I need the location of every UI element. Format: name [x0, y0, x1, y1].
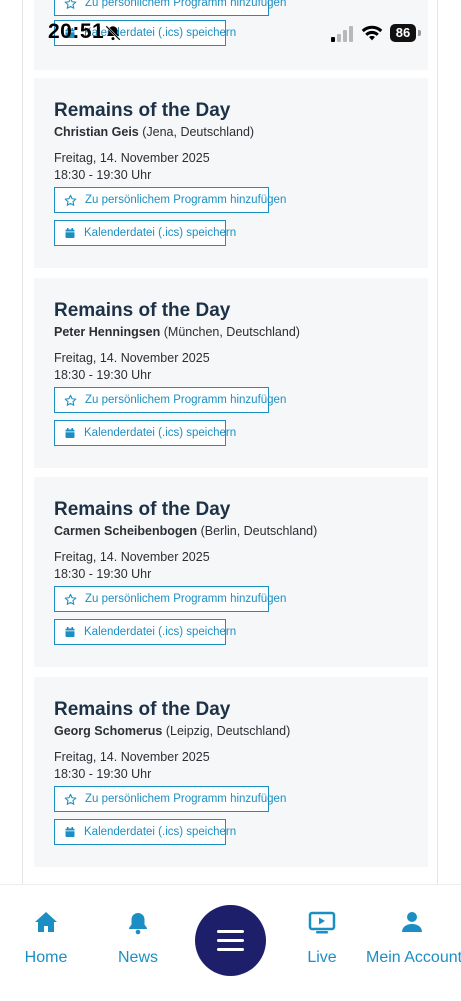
- home-icon: [35, 912, 57, 932]
- speaker-name: Carmen Scheibenbogen: [54, 524, 198, 538]
- nav-account[interactable]: Mein Account: [366, 885, 461, 985]
- star-icon: [64, 194, 77, 206]
- add-to-program-button[interactable]: Zu persönlichem Programm hinzufügen: [54, 387, 286, 413]
- save-ics-label: Kalenderdatei (.ics) speichern: [84, 227, 237, 239]
- session-title: Remains of the Day: [54, 499, 231, 520]
- speaker-name: Christian Geis: [54, 125, 139, 139]
- hamburger-menu-icon: [217, 948, 244, 951]
- hamburger-menu-icon: [217, 939, 244, 942]
- menu-button[interactable]: [195, 905, 266, 976]
- nav-news-label: News: [117, 949, 158, 966]
- speaker-line: Georg Schomerus (Leipzig, Deutschland): [54, 724, 290, 738]
- session-title: Remains of the Day: [54, 699, 231, 720]
- calendar-icon: [65, 228, 75, 238]
- calendar-icon: [65, 428, 75, 438]
- add-to-program-button[interactable]: Zu persönlichem Programm hinzufügen: [54, 187, 286, 213]
- session-date: Freitag, 14. November 2025: [54, 550, 210, 564]
- save-ics-button[interactable]: Kalenderdatei (.ics) speichern: [54, 619, 236, 645]
- session-time: 18:30 - 19:30 Uhr: [54, 168, 152, 182]
- nav-account-label: Mein Account: [366, 949, 461, 966]
- speaker-location: (München, Deutschland): [163, 325, 300, 339]
- star-icon: [64, 593, 77, 605]
- nav-live[interactable]: Live: [276, 885, 368, 985]
- page-border-right: [437, 0, 438, 885]
- star-icon: [64, 394, 77, 406]
- session-card: Remains of the Day Georg Schomerus (Leip…: [34, 677, 428, 867]
- session-date: Freitag, 14. November 2025: [54, 151, 210, 165]
- session-title: Remains of the Day: [54, 300, 231, 321]
- calendar-icon: [65, 827, 75, 837]
- session-date: Freitag, 14. November 2025: [54, 750, 210, 764]
- bottom-navigation: Home News Live Mein Account: [0, 884, 461, 1001]
- nav-home-label: Home: [24, 949, 68, 966]
- add-to-program-button[interactable]: Zu persönlichem Programm hinzufügen: [54, 786, 286, 812]
- save-ics-button[interactable]: Kalenderdatei (.ics) speichern: [54, 420, 236, 446]
- save-ics-button[interactable]: Kalenderdatei (.ics) speichern: [54, 220, 236, 246]
- battery-level: 86: [390, 24, 416, 42]
- battery-indicator: 86: [390, 24, 421, 42]
- session-card: Remains of the Day Carmen Scheibenbogen …: [34, 477, 428, 667]
- wifi-icon: [361, 25, 383, 41]
- save-ics-label: Kalenderdatei (.ics) speichern: [84, 427, 237, 439]
- speaker-name: Georg Schomerus: [54, 724, 163, 738]
- user-icon: [402, 912, 422, 932]
- page-border-left: [22, 0, 23, 885]
- session-card: Remains of the Day Christian Geis (Jena,…: [34, 78, 428, 268]
- status-bar: 20:51 86: [0, 0, 461, 60]
- bell-muted-icon: [105, 25, 121, 41]
- speaker-line: Peter Henningsen (München, Deutschland): [54, 325, 300, 339]
- save-ics-button[interactable]: Kalenderdatei (.ics) speichern: [54, 819, 236, 845]
- speaker-location: (Leipzig, Deutschland): [165, 724, 291, 738]
- live-tv-icon: [308, 911, 336, 934]
- session-time: 18:30 - 19:30 Uhr: [54, 368, 152, 382]
- session-date: Freitag, 14. November 2025: [54, 351, 210, 365]
- battery-tip: [418, 30, 421, 36]
- add-to-program-label: Zu persönlichem Programm hinzufügen: [85, 194, 287, 206]
- add-to-program-label: Zu persönlichem Programm hinzufügen: [85, 394, 287, 406]
- speaker-location: (Jena, Deutschland): [142, 125, 255, 139]
- calendar-icon: [65, 627, 75, 637]
- speaker-name: Peter Henningsen: [54, 325, 161, 339]
- session-card: Remains of the Day Peter Henningsen (Mün…: [34, 278, 428, 468]
- save-ics-label: Kalenderdatei (.ics) speichern: [84, 626, 237, 638]
- speaker-line: Christian Geis (Jena, Deutschland): [54, 125, 254, 139]
- speaker-line: Carmen Scheibenbogen (Berlin, Deutschlan…: [54, 524, 317, 538]
- nav-news[interactable]: News: [92, 885, 184, 985]
- add-to-program-button[interactable]: Zu persönlichem Programm hinzufügen: [54, 586, 286, 612]
- speaker-location: (Berlin, Deutschland): [200, 524, 318, 538]
- session-time: 18:30 - 19:30 Uhr: [54, 767, 152, 781]
- save-ics-label: Kalenderdatei (.ics) speichern: [84, 826, 237, 838]
- cellular-signal-icon: [331, 26, 353, 42]
- star-icon: [64, 793, 77, 805]
- session-time: 18:30 - 19:30 Uhr: [54, 567, 152, 581]
- hamburger-menu-icon: [217, 930, 244, 933]
- session-title: Remains of the Day: [54, 100, 231, 121]
- bell-icon: [129, 913, 147, 935]
- add-to-program-label: Zu persönlichem Programm hinzufügen: [85, 593, 287, 605]
- add-to-program-label: Zu persönlichem Programm hinzufügen: [85, 793, 287, 805]
- nav-live-label: Live: [307, 949, 337, 966]
- nav-home[interactable]: Home: [0, 885, 92, 985]
- status-time: 20:51: [48, 20, 105, 43]
